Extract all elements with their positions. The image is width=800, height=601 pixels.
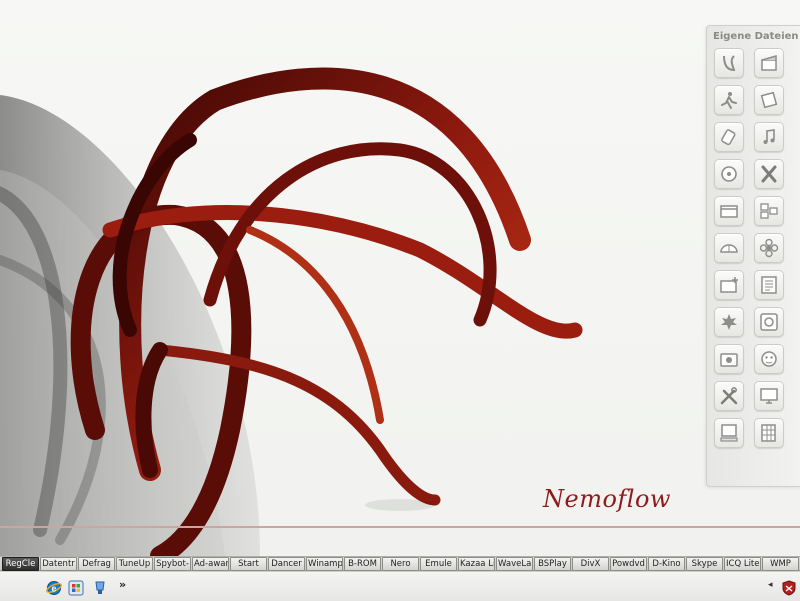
quick-launch-bar: RegCle Datentr Defrag TuneUp Spybot- Ad-… [0, 556, 800, 571]
slate-icon[interactable] [754, 48, 784, 78]
ql-dancer[interactable]: Dancer [268, 556, 305, 571]
ql-wavelab[interactable]: WaveLa [496, 556, 533, 571]
wallpaper [0, 67, 800, 556]
ql-datentr[interactable]: Datentr [40, 556, 77, 571]
ql-divx[interactable]: DivX [572, 556, 609, 571]
flower-icon[interactable] [754, 233, 784, 263]
desktop: Nemoflow Eigene Dateien [0, 0, 800, 556]
ql-adaware[interactable]: Ad-awar [192, 556, 229, 571]
ql-kazaa-lite[interactable]: Kazaa Li [458, 556, 495, 571]
computer-icon[interactable] [714, 418, 744, 448]
brand-logo-text: Nemoflow [543, 485, 671, 513]
ql-bsplay[interactable]: BSPlay [534, 556, 571, 571]
ql-tuneup[interactable]: TuneUp [116, 556, 153, 571]
document-lines-icon[interactable] [754, 270, 784, 300]
tools-icon[interactable] [714, 381, 744, 411]
ql-emule[interactable]: Emule [420, 556, 457, 571]
ql-wmp[interactable]: WMP [762, 556, 799, 571]
camera-icon[interactable] [714, 344, 744, 374]
leaf-curl-icon[interactable] [714, 48, 744, 78]
runner-icon[interactable] [714, 85, 744, 115]
card-plus-icon[interactable] [714, 270, 744, 300]
frame-icon[interactable] [754, 85, 784, 115]
taskbar: e » ◂ [0, 571, 800, 601]
ql-powerdvd[interactable]: Powdvd [610, 556, 647, 571]
panel-title: Eigene Dateien [713, 31, 799, 42]
dome-icon[interactable] [714, 233, 744, 263]
window-icon[interactable] [714, 196, 744, 226]
cd-icon[interactable] [714, 159, 744, 189]
ql-start[interactable]: Start [230, 556, 267, 571]
internet-explorer-icon[interactable]: e [46, 580, 62, 596]
grid-doc-icon[interactable] [754, 418, 784, 448]
ql-regclean[interactable]: RegCle [2, 556, 39, 571]
ql-defrag[interactable]: Defrag [78, 556, 115, 571]
ql-winamp[interactable]: Winamp [306, 556, 343, 571]
blocks-icon[interactable] [754, 196, 784, 226]
face-icon[interactable] [754, 344, 784, 374]
windows-icon[interactable] [68, 580, 84, 596]
tag-icon[interactable] [714, 122, 744, 152]
ql-b-rom[interactable]: B-ROM [344, 556, 381, 571]
ql-skype[interactable]: Skype [686, 556, 723, 571]
shield-icon[interactable] [781, 580, 797, 596]
ql-nero[interactable]: Nero [382, 556, 419, 571]
tray-expand-arrow[interactable]: ◂ [768, 580, 773, 590]
monitor-icon[interactable] [754, 381, 784, 411]
x-mark-icon[interactable] [754, 159, 784, 189]
my-files-panel: Eigene Dateien [706, 25, 800, 487]
svg-text:e: e [51, 584, 56, 594]
ql-icq-lite[interactable]: ICQ Lite [724, 556, 761, 571]
ql-spybot[interactable]: Spybot- [154, 556, 191, 571]
ql-d-kino[interactable]: D-Kino [648, 556, 685, 571]
maple-leaf-icon[interactable] [714, 307, 744, 337]
more-items-chevron[interactable]: » [119, 578, 126, 591]
media-icon[interactable] [92, 580, 108, 596]
music-note-icon[interactable] [754, 122, 784, 152]
disc-drive-icon[interactable] [754, 307, 784, 337]
